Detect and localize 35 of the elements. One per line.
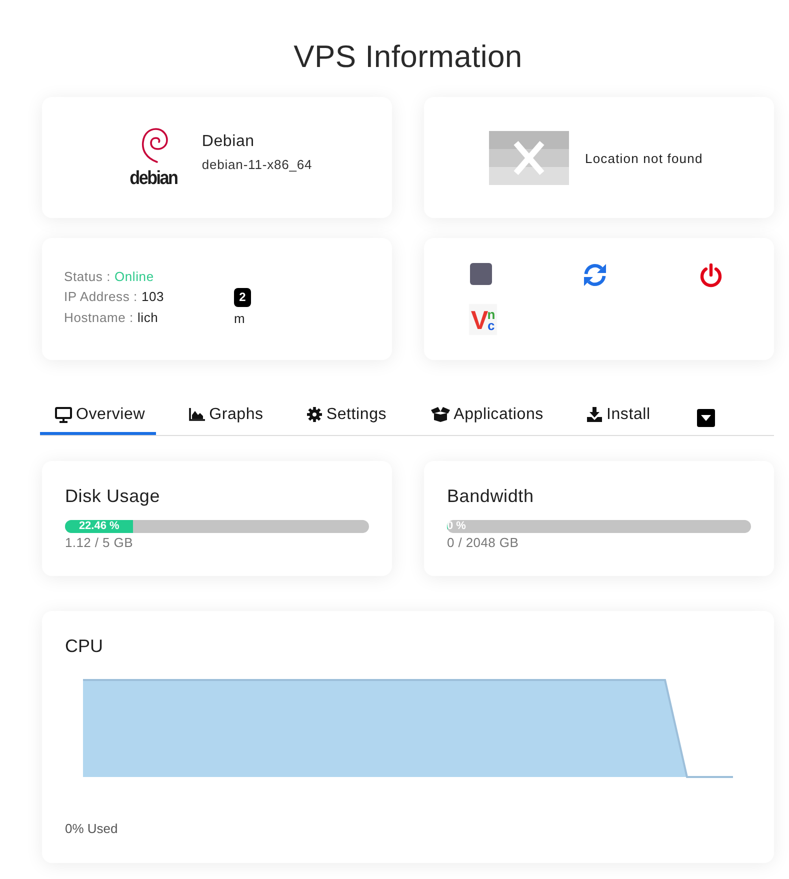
area-chart-icon <box>189 408 206 421</box>
caret-square-icon[interactable] <box>697 408 716 426</box>
number-badge: 2 <box>234 288 251 306</box>
card-title: Bandwidth <box>447 485 535 507</box>
power-icon[interactable] <box>699 263 723 288</box>
gear-icon <box>307 407 322 422</box>
page-title: VPS Information <box>292 38 524 76</box>
usage-reading: 0 / 2048 GB <box>447 534 520 552</box>
usage-reading: 1.12 / 5 GB <box>65 534 134 552</box>
field-label: IP Address : <box>64 288 138 306</box>
tab[interactable]: Applications <box>416 394 554 435</box>
location-message: Location not found <box>585 150 703 168</box>
field-value: lich <box>137 309 158 327</box>
progress-label: 22.46 % <box>78 520 120 533</box>
template-name: debian-11-x86_64 <box>202 156 312 174</box>
os-name: Debian <box>202 132 256 152</box>
tab[interactable]: Graphs <box>174 394 274 435</box>
refresh-icon[interactable] <box>582 263 608 287</box>
status-value: Online <box>114 268 154 286</box>
x-tile-icon <box>489 130 569 184</box>
card-title: CPU <box>65 635 104 657</box>
cpu-usage-text: 0% Used <box>65 820 118 838</box>
box-icon <box>430 407 450 422</box>
field-label: Hostname : <box>64 309 134 327</box>
monitor-icon <box>55 406 72 422</box>
tab[interactable]: Overview <box>40 394 156 435</box>
swirl-icon <box>140 126 168 162</box>
download-icon <box>587 407 602 422</box>
value-text: m <box>234 310 245 328</box>
logo-text: debian <box>130 168 178 188</box>
tab[interactable]: Settings <box>292 394 398 435</box>
tab[interactable]: Install <box>572 394 662 435</box>
card-title: Disk Usage <box>65 485 162 507</box>
field-label: Status : <box>64 268 110 286</box>
field-value: 103 <box>141 288 164 306</box>
